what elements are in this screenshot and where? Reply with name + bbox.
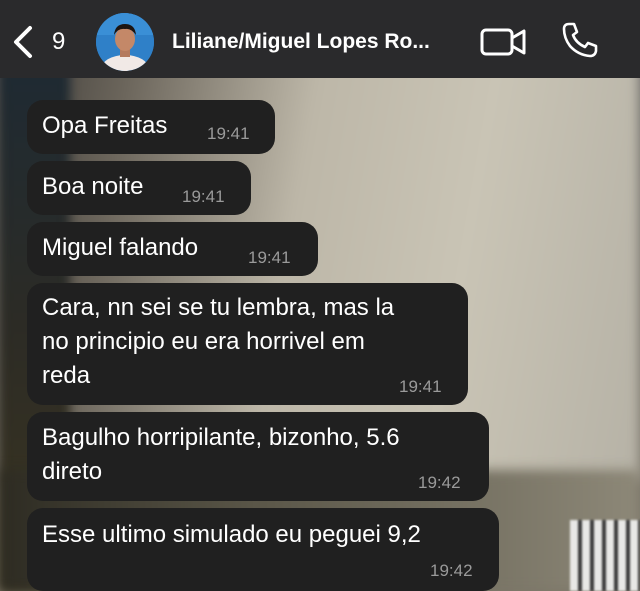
- message-text: Boa noite: [42, 173, 144, 200]
- message-time: 19:42: [430, 561, 473, 580]
- back-button[interactable]: 9: [12, 22, 74, 62]
- phone-icon: [562, 22, 598, 58]
- message-bubble[interactable]: Miguel falando 19:41: [27, 222, 318, 276]
- message-bubble[interactable]: Esse ultimo simulado eu peguei 9,2 19:42: [27, 508, 499, 591]
- video-camera-icon: [480, 28, 526, 56]
- message-time: 19:41: [182, 187, 225, 206]
- message-text: Esse ultimo simulado eu peguei 9,2: [42, 521, 421, 548]
- message-time: 19:41: [207, 124, 250, 143]
- avatar[interactable]: [96, 13, 154, 71]
- message-text: Bagulho horripilante, bizonho, 5.6 diret…: [42, 424, 400, 485]
- chevron-left-icon: [14, 26, 32, 58]
- video-call-button[interactable]: [480, 24, 528, 58]
- message-time: 19:42: [418, 473, 461, 492]
- chat-header: 9 Liliane/Miguel Lopes Ro...: [0, 0, 640, 78]
- chat-title[interactable]: Liliane/Miguel Lopes Ro...: [172, 30, 466, 54]
- message-time: 19:41: [248, 248, 291, 267]
- message-time: 19:41: [399, 377, 442, 396]
- message-bubble[interactable]: Boa noite 19:41: [27, 161, 251, 215]
- message-bubble[interactable]: Bagulho horripilante, bizonho, 5.6 diret…: [27, 412, 489, 501]
- unread-count: 9: [52, 28, 66, 55]
- message-text: Miguel falando: [42, 234, 199, 261]
- message-text: Cara, nn sei se tu lembra, mas la no pri…: [42, 294, 395, 389]
- contact-photo: [96, 13, 154, 71]
- message-bubble[interactable]: Opa Freitas 19:41: [27, 100, 275, 154]
- message-bubble[interactable]: Cara, nn sei se tu lembra, mas la no pri…: [27, 283, 468, 405]
- message-text: Opa Freitas: [42, 112, 168, 139]
- voice-call-button[interactable]: [560, 20, 600, 60]
